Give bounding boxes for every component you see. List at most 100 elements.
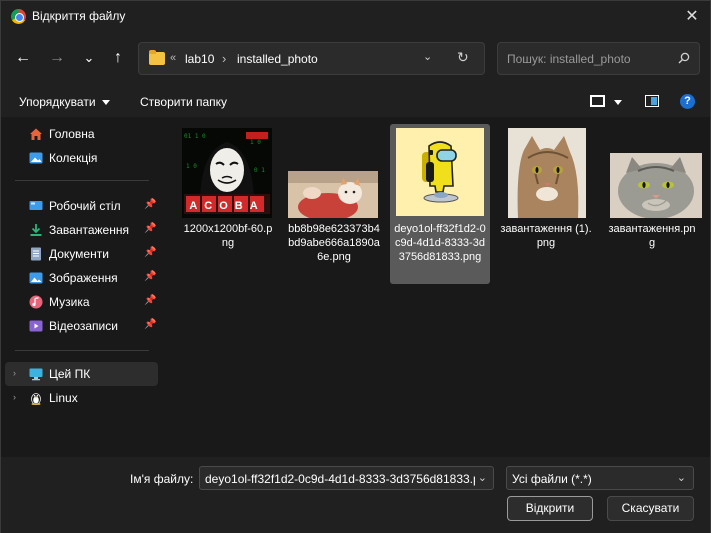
linux-icon <box>31 393 41 405</box>
recent-locations-button[interactable]: ⌄ <box>78 47 100 69</box>
file-item[interactable]: завантаження (1).png <box>496 124 596 284</box>
help-icon[interactable]: ? <box>680 94 695 109</box>
kitten-thumbnail <box>288 171 378 218</box>
sidebar-divider <box>15 350 149 351</box>
folder-icon <box>149 50 165 65</box>
breadcrumb-arrow[interactable]: › <box>222 51 226 66</box>
file-list: 01 1 0 1 0 1 0 0 1 ACOBA 1200x1200bf-60.png <box>163 117 710 457</box>
sidebar-item-label: Цей ПК <box>49 367 91 381</box>
open-button[interactable]: Відкрити <box>507 496 593 521</box>
caret-down-icon <box>101 100 110 106</box>
view-mode-icon[interactable] <box>590 95 605 107</box>
sort-label: Упорядкувати <box>19 95 96 109</box>
filename-input[interactable]: deyo1ol-ff32f1d2-0c9d-4d1d-8333-3d3756d8… <box>199 466 494 490</box>
pin-icon[interactable]: 📌 <box>144 199 156 210</box>
back-button[interactable]: ← <box>12 47 34 69</box>
new-folder-button[interactable]: Створити папку <box>140 95 227 109</box>
sidebar-item-label: Головна <box>49 127 95 141</box>
address-bar[interactable]: « lab10 › installed_photo ⌄ ↻ <box>138 42 485 75</box>
pin-icon[interactable]: 📌 <box>144 271 156 282</box>
forward-button[interactable]: → <box>46 47 68 69</box>
tabby-cat-thumbnail <box>508 128 586 218</box>
sidebar-item-pictures[interactable]: Зображення 📌 <box>5 266 158 290</box>
file-item[interactable]: завантаження.png <box>602 124 702 284</box>
pin-icon[interactable]: 📌 <box>144 247 156 258</box>
breadcrumb-lab10[interactable]: lab10 <box>185 52 214 66</box>
dialog-footer: Ім'я файлу: deyo1ol-ff32f1d2-0c9d-4d1d-8… <box>1 457 710 533</box>
sidebar-item-label: Завантаження <box>49 223 129 237</box>
sidebar-item-linux[interactable]: › Linux <box>5 386 158 410</box>
pin-icon[interactable]: 📌 <box>144 223 156 234</box>
sidebar-item-documents[interactable]: Документи 📌 <box>5 242 158 266</box>
breadcrumb-overflow[interactable]: « <box>170 52 176 64</box>
chevron-down-icon[interactable]: ⌄ <box>677 471 686 484</box>
this-pc-icon <box>29 368 43 381</box>
file-item[interactable]: bb8b98e623373b4bd9abe666a1890a6e.png <box>284 124 384 284</box>
crewmate-thumbnail <box>396 128 484 216</box>
file-type-select[interactable]: Усі файли (*.*) ⌄ <box>506 466 694 490</box>
sidebar-item-label: Музика <box>49 295 90 309</box>
sidebar-item-label: Linux <box>49 391 78 405</box>
command-bar: Упорядкувати Створити папку ? <box>1 85 710 117</box>
sidebar-item-gallery[interactable]: Колекція <box>5 146 158 170</box>
file-name: 1200x1200bf-60.png <box>183 223 273 249</box>
filename-value[interactable]: deyo1ol-ff32f1d2-0c9d-4d1d-8333-3d3756d8… <box>205 472 475 486</box>
file-name: deyo1ol-ff32f1d2-0c9d-4d1d-8333-3d3756d8… <box>394 223 486 263</box>
sort-button[interactable]: Упорядкувати <box>19 95 110 109</box>
up-button[interactable]: ↑ <box>107 47 129 69</box>
sidebar-item-videos[interactable]: Відеозаписи 📌 <box>5 314 158 338</box>
preview-pane-icon[interactable] <box>645 95 659 107</box>
sidebar-divider <box>15 180 149 181</box>
breadcrumb-installed-photo[interactable]: installed_photo <box>237 52 318 66</box>
sidebar-item-desktop[interactable]: Робочий стіл 📌 <box>5 194 158 218</box>
search-input[interactable]: Пошук: installed_photo <box>497 42 700 75</box>
sidebar-item-label: Зображення <box>49 271 118 285</box>
file-thumbnail: 01 1 0 1 0 1 0 0 1 ACOBA <box>182 128 272 218</box>
home-icon <box>30 128 42 140</box>
anonymous-mask-thumbnail: 01 1 0 1 0 1 0 0 1 ACOBA <box>182 128 272 218</box>
window-title: Відкриття файлу <box>32 9 126 23</box>
pictures-icon <box>29 272 43 284</box>
music-icon <box>29 295 43 309</box>
file-type-value: Усі файли (*.*) <box>512 472 592 486</box>
search-placeholder: Пошук: installed_photo <box>507 52 631 66</box>
close-button[interactable]: ✕ <box>680 5 704 29</box>
address-dropdown-button[interactable]: ⌄ <box>423 50 432 63</box>
cancel-button[interactable]: Скасувати <box>607 496 694 521</box>
download-icon <box>30 224 42 236</box>
gallery-icon <box>29 152 43 164</box>
navigation-pane: Головна Колекція Робочий стіл 📌 Завантаж… <box>1 117 163 457</box>
filename-history-dropdown-icon[interactable]: ⌄ <box>478 471 487 484</box>
file-thumbnail <box>396 128 484 216</box>
file-item-selected[interactable]: deyo1ol-ff32f1d2-0c9d-4d1d-8333-3d3756d8… <box>390 124 490 284</box>
chrome-icon <box>11 9 26 24</box>
filename-label: Ім'я файлу: <box>130 472 194 486</box>
expand-chevron-icon[interactable]: › <box>13 368 16 378</box>
expand-chevron-icon[interactable]: › <box>13 392 16 402</box>
sidebar-item-this-pc[interactable]: › Цей ПК <box>5 362 158 386</box>
file-thumbnail <box>610 153 702 218</box>
svg-text:01 1 0: 01 1 0 <box>184 133 206 140</box>
refresh-button[interactable]: ↻ <box>457 49 469 66</box>
sidebar-item-label: Колекція <box>49 151 98 165</box>
file-open-dialog: Відкриття файлу ✕ ← → ⌄ ↑ « lab10 › inst… <box>0 0 711 533</box>
sidebar-item-label: Робочий стіл <box>49 199 121 213</box>
videos-icon <box>29 320 43 332</box>
svg-text:1 0: 1 0 <box>186 163 197 170</box>
sidebar-item-home[interactable]: Головна <box>5 122 158 146</box>
sidebar-item-music[interactable]: Музика 📌 <box>5 290 158 314</box>
file-thumbnail <box>508 128 586 218</box>
file-name: завантаження (1).png <box>500 223 592 249</box>
navigation-bar: ← → ⌄ ↑ « lab10 › installed_photo ⌄ ↻ По… <box>1 33 710 85</box>
thumbnail-text: ACOBA <box>189 200 264 212</box>
sidebar-item-downloads[interactable]: Завантаження 📌 <box>5 218 158 242</box>
view-options-caret-icon[interactable] <box>614 100 622 105</box>
sidebar-item-label: Документи <box>49 247 109 261</box>
svg-text:1 0: 1 0 <box>250 139 261 146</box>
file-name: bb8b98e623373b4bd9abe666a1890a6e.png <box>288 223 380 263</box>
pin-icon[interactable]: 📌 <box>144 319 156 330</box>
pin-icon[interactable]: 📌 <box>144 295 156 306</box>
file-item[interactable]: 01 1 0 1 0 1 0 0 1 ACOBA 1200x1200bf-60.png <box>178 124 278 284</box>
sidebar-item-label: Відеозаписи <box>49 319 118 333</box>
smirking-cat-thumbnail <box>610 153 702 218</box>
